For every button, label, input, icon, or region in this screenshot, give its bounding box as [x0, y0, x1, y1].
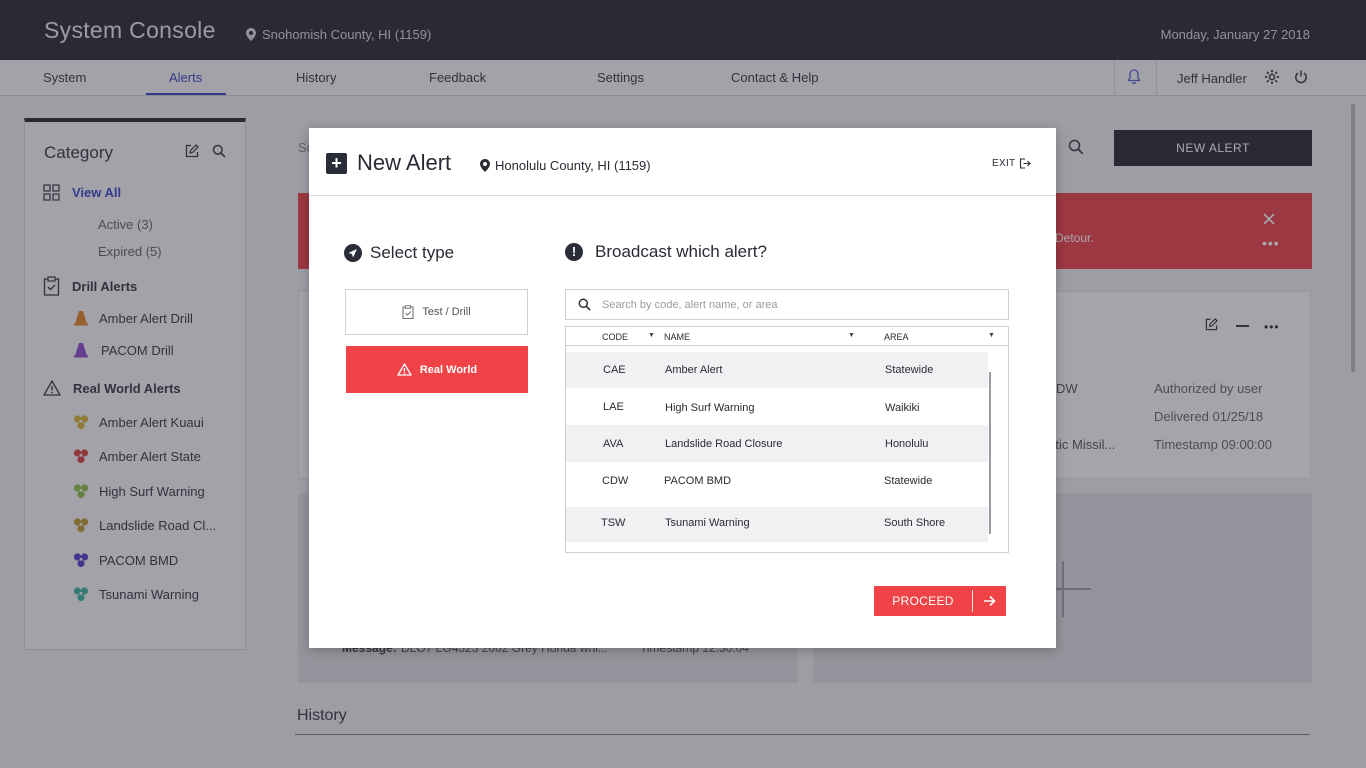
proceed-button[interactable]: PROCEED	[874, 586, 1006, 616]
row-name: Tsunami Warning	[665, 517, 750, 529]
clipboard-check-icon	[402, 305, 414, 319]
row-code: CDW	[602, 475, 629, 487]
table-row[interactable]: TSW Tsunami Warning South Shore	[566, 507, 988, 542]
row-code: TSW	[601, 517, 626, 529]
sort-icon[interactable]: ▼	[848, 332, 855, 339]
table-row[interactable]: AVA Landslide Road Closure Honolulu	[566, 425, 988, 462]
row-name: Amber Alert	[665, 364, 723, 376]
exclamation-icon: !	[565, 243, 583, 261]
row-area: Statewide	[884, 475, 933, 487]
table-row[interactable]: CDW PACOM BMD Statewide	[566, 462, 988, 505]
column-header-code[interactable]: CODE	[602, 332, 628, 342]
alert-search-input[interactable]	[602, 298, 992, 311]
row-code: CAE	[603, 364, 626, 376]
broadcast-heading: ! Broadcast which alert?	[565, 242, 767, 262]
row-area: Waikiki	[885, 402, 920, 414]
row-name: PACOM BMD	[664, 475, 732, 487]
modal-location-text: Honolulu County, HI (1159)	[495, 158, 651, 173]
column-header-name[interactable]: NAME	[664, 332, 690, 342]
plus-icon: +	[326, 153, 347, 174]
modal-title: New Alert	[357, 150, 452, 175]
row-area: Honolulu	[885, 438, 929, 450]
row-code: LAE	[603, 401, 624, 413]
type-test-drill-button[interactable]: Test / Drill	[345, 289, 528, 335]
row-code: AVA	[603, 438, 624, 450]
exit-icon	[1020, 158, 1032, 169]
table-row[interactable]: CAE Amber Alert Statewide	[566, 352, 988, 388]
proceed-label: PROCEED	[892, 594, 954, 608]
row-name: Landslide Road Closure	[665, 438, 783, 450]
arrow-right-icon	[984, 595, 996, 607]
table-scrollbar[interactable]	[989, 372, 991, 534]
alert-table: CODE ▼ NAME ▼ AREA ▼ CAE Amber Alert Sta…	[565, 326, 1009, 553]
select-type-label: Select type	[370, 243, 455, 262]
navigation-icon	[344, 244, 362, 262]
row-area: Statewide	[885, 364, 934, 376]
row-area: South Shore	[884, 517, 946, 529]
new-alert-modal: + New Alert Honolulu County, HI (1159) E…	[309, 128, 1056, 648]
warning-icon	[397, 363, 412, 376]
sort-icon[interactable]: ▼	[988, 332, 995, 339]
exit-label: EXIT	[992, 158, 1016, 169]
type-test-drill-label: Test / Drill	[422, 306, 471, 318]
type-real-world-button[interactable]: Real World	[346, 346, 528, 393]
type-real-world-label: Real World	[419, 363, 478, 376]
map-pin-icon	[480, 159, 490, 172]
exit-button[interactable]: EXIT	[992, 158, 1032, 169]
alert-search-field[interactable]	[565, 289, 1009, 320]
table-row[interactable]: LAE High Surf Warning Waikiki	[566, 388, 988, 425]
select-type-heading: Select type	[344, 243, 454, 263]
column-header-area[interactable]: AREA	[884, 332, 909, 342]
search-icon	[578, 298, 591, 311]
proceed-divider	[972, 590, 973, 612]
sort-icon[interactable]: ▼	[648, 332, 655, 339]
modal-header: + New Alert Honolulu County, HI (1159) E…	[309, 128, 1056, 196]
table-header: CODE ▼ NAME ▼ AREA ▼	[566, 327, 1008, 346]
row-name: High Surf Warning	[665, 402, 755, 414]
broadcast-label: Broadcast which alert?	[595, 242, 767, 261]
modal-location[interactable]: Honolulu County, HI (1159)	[480, 158, 651, 173]
